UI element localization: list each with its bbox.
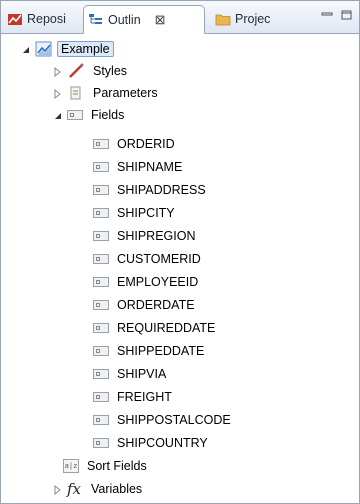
tree-node-fields-label: Fields [91, 108, 125, 122]
field-icon [93, 254, 109, 264]
view-tab-bar: Reposi Outlin ⊠ Projec [1, 1, 359, 34]
tab-repository[interactable]: Reposi [3, 5, 66, 32]
tree-node-sort-fields-label: Sort Fields [87, 459, 147, 473]
field-label: SHIPADDRESS [117, 183, 206, 197]
field-icon [93, 438, 109, 448]
tree-node-parameters-label: Parameters [93, 86, 158, 100]
field-item[interactable]: SHIPVIA [93, 363, 166, 385]
tree-node-variables[interactable]: fx Variables [53, 478, 142, 500]
outline-view: Reposi Outlin ⊠ Projec Example Styles Pa… [0, 0, 360, 504]
field-item[interactable]: ORDERDATE [93, 294, 195, 316]
field-icon [93, 231, 109, 241]
tab-project-label: Projec [235, 11, 271, 26]
field-label: SHIPNAME [117, 160, 183, 174]
field-item[interactable]: SHIPPOSTALCODE [93, 409, 231, 431]
field-label: SHIPPEDDATE [117, 344, 205, 358]
tree-node-parameters[interactable]: Parameters [53, 82, 158, 104]
field-item[interactable]: SHIPCITY [93, 202, 175, 224]
field-icon [93, 323, 109, 333]
tree-node-example-label: Example [57, 41, 114, 57]
tab-outline[interactable]: Outlin ⊠ [83, 5, 205, 34]
tab-repository-label: Reposi [27, 11, 66, 26]
expand-icon[interactable] [53, 88, 63, 100]
field-label: SHIPPOSTALCODE [117, 413, 231, 427]
outline-icon [88, 12, 104, 28]
field-item[interactable]: CUSTOMERID [93, 248, 201, 270]
tree-node-fields[interactable]: Fields [53, 104, 124, 126]
tree-node-sort-fields[interactable]: a|z Sort Fields [63, 455, 147, 477]
field-label: SHIPCOUNTRY [117, 436, 208, 450]
close-tab-icon[interactable]: ⊠ [155, 12, 166, 28]
field-item[interactable]: EMPLOYEEID [93, 271, 198, 293]
field-label: SHIPREGION [117, 229, 196, 243]
parameters-icon [67, 85, 85, 101]
tab-project[interactable]: Projec [211, 5, 270, 32]
field-icon [93, 139, 109, 149]
field-label: SHIPVIA [117, 367, 167, 381]
repository-icon [7, 11, 23, 27]
fields-icon [67, 110, 83, 120]
field-label: REQUIREDDATE [117, 321, 216, 335]
field-label: ORDERDATE [117, 298, 195, 312]
field-item[interactable]: SHIPNAME [93, 156, 182, 178]
sort-fields-icon: a|z [63, 459, 79, 473]
project-folder-icon [215, 11, 231, 27]
field-icon [93, 369, 109, 379]
minimize-icon[interactable] [321, 9, 333, 19]
expand-icon[interactable] [53, 484, 63, 496]
tab-outline-label: Outlin [108, 12, 141, 27]
tree-node-variables-label: Variables [91, 482, 143, 496]
field-label: ORDERID [117, 137, 175, 151]
field-label: SHIPCITY [117, 206, 175, 220]
field-label: FREIGHT [117, 390, 172, 404]
field-label: EMPLOYEEID [117, 275, 199, 289]
collapse-icon[interactable] [53, 110, 63, 120]
field-item[interactable]: SHIPREGION [93, 225, 196, 247]
field-item[interactable]: SHIPCOUNTRY [93, 432, 208, 454]
maximize-icon[interactable] [341, 9, 353, 20]
report-icon [35, 41, 53, 57]
expand-icon[interactable] [53, 66, 63, 78]
field-item[interactable]: REQUIREDDATE [93, 317, 215, 339]
field-icon [93, 185, 109, 195]
field-label: CUSTOMERID [117, 252, 201, 266]
field-icon [93, 300, 109, 310]
variables-fx-icon: fx [67, 480, 82, 498]
field-icon [93, 162, 109, 172]
field-item[interactable]: SHIPADDRESS [93, 179, 206, 201]
field-icon [93, 208, 109, 218]
tree-node-example[interactable]: Example [21, 38, 114, 60]
field-item[interactable]: SHIPPEDDATE [93, 340, 204, 362]
tree-node-styles[interactable]: Styles [53, 60, 127, 82]
field-icon [93, 415, 109, 425]
field-icon [93, 277, 109, 287]
styles-brush-icon [67, 63, 85, 79]
field-icon [93, 392, 109, 402]
field-item[interactable]: ORDERID [93, 133, 175, 155]
collapse-icon[interactable] [21, 44, 31, 54]
field-icon [93, 346, 109, 356]
tree-node-styles-label: Styles [93, 64, 128, 78]
field-item[interactable]: FREIGHT [93, 386, 172, 408]
